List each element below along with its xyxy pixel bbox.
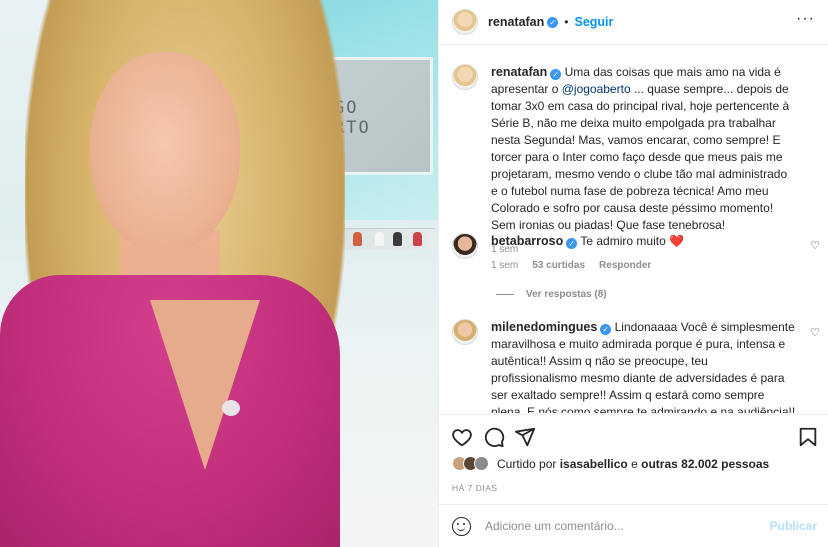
bookmark-icon[interactable] — [797, 426, 819, 448]
caption-avatar[interactable] — [452, 64, 478, 90]
action-bar — [439, 414, 828, 455]
view-replies-label[interactable]: Ver respostas (8) — [526, 289, 607, 300]
liked-by-others[interactable]: outras 82.002 pessoas — [641, 457, 769, 471]
add-comment-bar: Publicar — [439, 504, 828, 547]
separator-dot: • — [564, 15, 569, 29]
liker-avatars[interactable] — [452, 456, 489, 471]
verified-icon: ✓ — [547, 16, 559, 28]
comment-like-heart-icon[interactable]: ♡ — [810, 239, 820, 252]
person-neckline — [150, 300, 260, 470]
comment-time[interactable]: 1 sem — [491, 260, 518, 271]
comment-item: betabarroso ✓ Te admiro muito ❤️ 1 sem 53… — [452, 233, 796, 271]
caption-text: renatafan ✓ Uma das coisas que mais amo n… — [491, 64, 796, 234]
more-options-icon[interactable]: ··· — [796, 11, 815, 27]
comment-meta: 1 sem 53 curtidas Responder — [491, 260, 796, 271]
comment-icon[interactable] — [483, 426, 505, 448]
comment-username[interactable]: betabarroso — [491, 234, 563, 248]
emoji-icon[interactable] — [452, 516, 471, 536]
commenter-avatar[interactable] — [452, 233, 478, 259]
comment-item: milenedomingues ✓ Lindonaaaa Você é simpl… — [452, 319, 796, 413]
liked-by: Curtido por isasabellico e outras 82.002… — [452, 456, 769, 471]
comment-like-heart-icon[interactable]: ♡ — [810, 326, 820, 339]
caption-text-part2: ... quase sempre... depois de tomar 3x0 … — [491, 82, 790, 232]
replies-divider — [496, 294, 514, 295]
commenter-avatar[interactable] — [452, 319, 478, 345]
post-time[interactable]: HÁ 7 DIAS — [452, 483, 498, 493]
instagram-post-view: JOGO ABERTO renatafan ✓ • Seguir ··· — [0, 0, 828, 547]
comment-text: milenedomingues ✓ Lindonaaaa Você é simpl… — [491, 319, 796, 413]
reply-button[interactable]: Responder — [599, 260, 651, 271]
liked-by-prefix: Curtido por — [497, 456, 557, 471]
author-avatar[interactable] — [452, 9, 478, 35]
comments-area[interactable]: renatafan ✓ Uma das coisas que mais amo n… — [439, 46, 828, 413]
comment-text: betabarroso ✓ Te admiro muito ❤️ — [491, 233, 796, 250]
comment-username[interactable]: milenedomingues — [491, 320, 597, 334]
caption: renatafan ✓ Uma das coisas que mais amo n… — [452, 64, 796, 255]
verified-icon: ✓ — [566, 238, 578, 249]
follow-button[interactable]: Seguir — [574, 15, 613, 29]
comment-input[interactable] — [485, 519, 765, 533]
comment-likes[interactable]: 53 curtidas — [532, 260, 585, 271]
person-face — [90, 52, 240, 252]
author-username[interactable]: renatafan — [488, 15, 544, 29]
post-side-panel: renatafan ✓ • Seguir ··· renatafan ✓ Uma … — [438, 0, 828, 547]
brooch — [222, 400, 240, 416]
post-photo[interactable]: JOGO ABERTO — [0, 0, 438, 547]
liked-by-and: e — [631, 456, 638, 471]
caption-mention[interactable]: @jogoaberto — [562, 82, 631, 96]
caption-username[interactable]: renatafan — [491, 65, 547, 79]
publish-button[interactable]: Publicar — [770, 519, 817, 533]
verified-icon: ✓ — [600, 324, 612, 335]
view-replies-button[interactable]: Ver respostas (8) — [496, 289, 607, 300]
heart-icon[interactable] — [451, 426, 473, 448]
post-header: renatafan ✓ • Seguir ··· — [439, 0, 828, 45]
verified-icon: ✓ — [550, 69, 562, 80]
comment-body: Te admiro muito ❤️ — [580, 234, 685, 248]
liked-by-user[interactable]: isasabellico — [560, 457, 628, 471]
share-icon[interactable] — [514, 426, 536, 448]
